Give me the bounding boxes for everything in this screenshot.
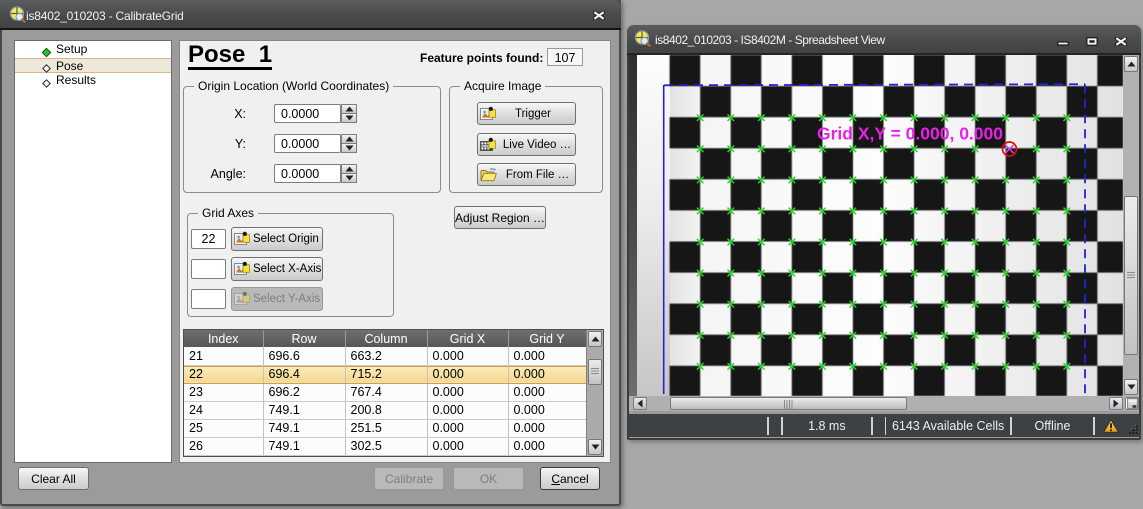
svg-text:Grid X,Y = 0.000, 0.000: Grid X,Y = 0.000, 0.000 [817, 124, 1003, 144]
